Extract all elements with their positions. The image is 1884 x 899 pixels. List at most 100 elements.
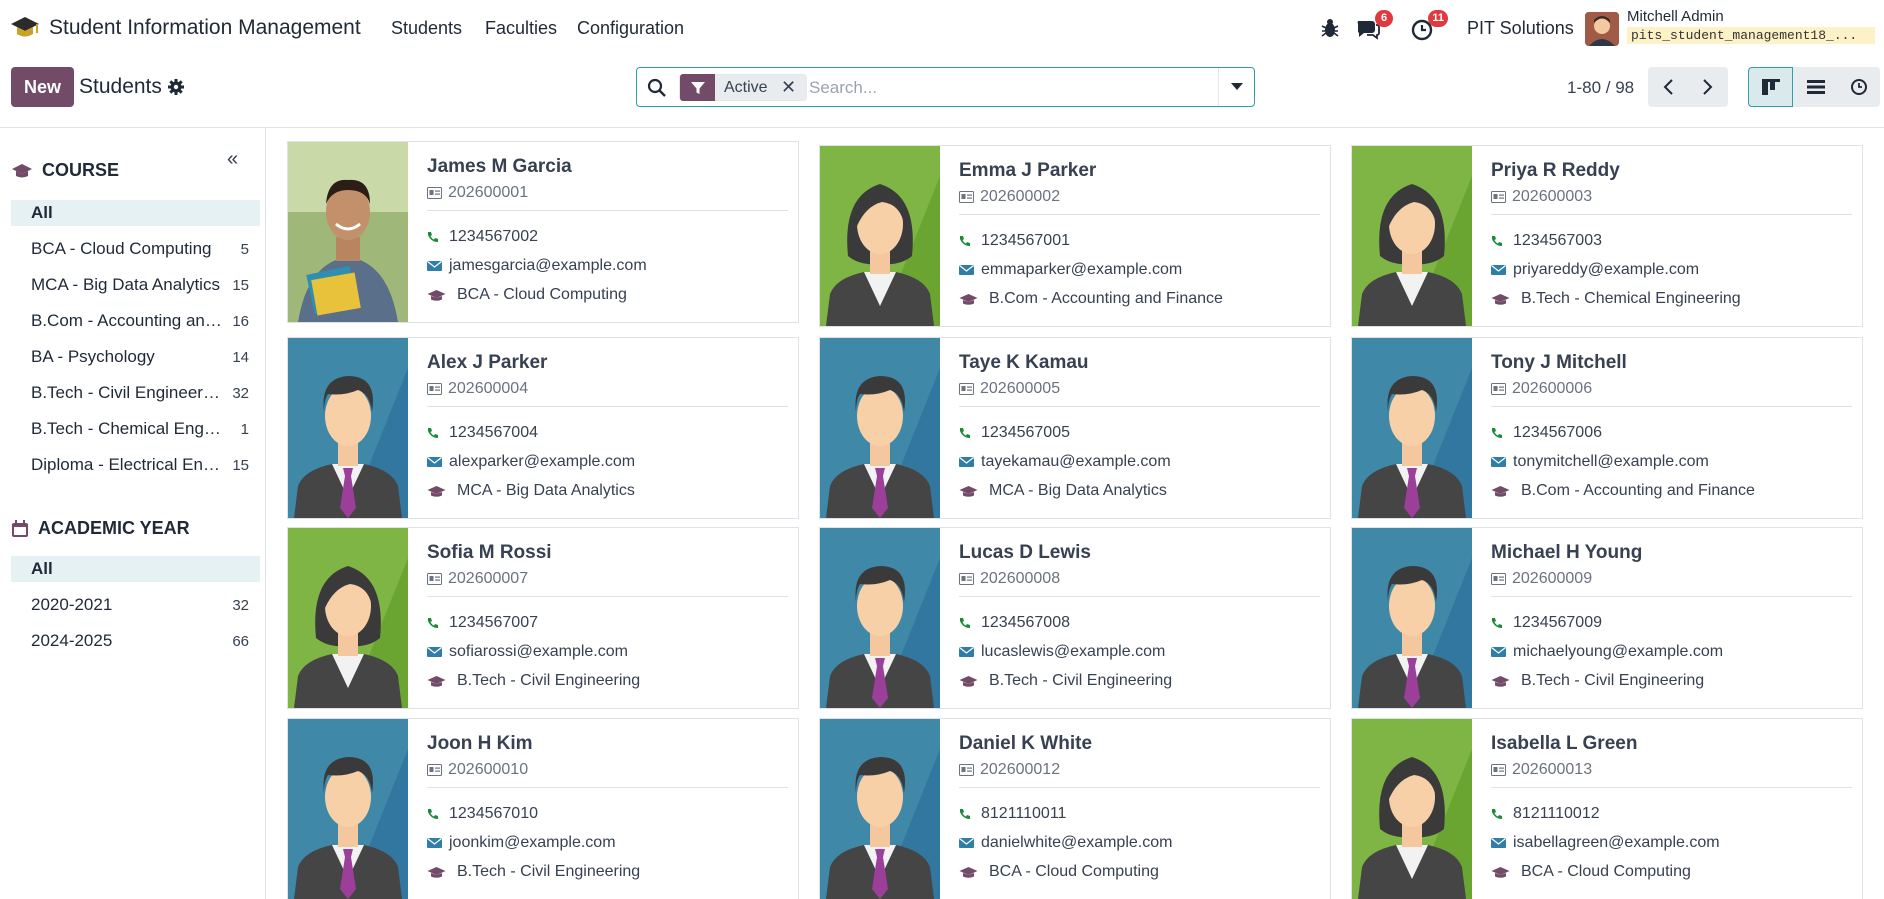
year-filter-item[interactable]: All (11, 556, 260, 582)
student-card[interactable]: Priya R Reddy 202600003 1234567003 priyared… (1351, 145, 1863, 327)
new-button[interactable]: New (11, 67, 74, 107)
course-filter-heading: COURSE (11, 160, 119, 181)
filter-facet: Active ✕ (679, 74, 807, 101)
gear-icon[interactable] (167, 78, 185, 96)
divider (0, 127, 1884, 128)
menu-configuration[interactable]: Configuration (577, 18, 684, 39)
student-phone: 1234567004 (449, 424, 538, 441)
course-filter-label: B.Com - Accounting and Finance (31, 311, 223, 330)
clock-icon (1851, 79, 1867, 95)
student-photo (1352, 146, 1472, 326)
course-row: B.Tech - Civil Engineering (427, 863, 640, 881)
app-title[interactable]: Student Information Management (49, 16, 361, 40)
search-options-toggle[interactable] (1218, 68, 1254, 106)
student-course: MCA - Big Data Analytics (457, 482, 635, 499)
student-id-row: 202600006 (1491, 380, 1592, 398)
student-card[interactable]: Isabella L Green 202600013 8121110012 isabe… (1351, 718, 1863, 899)
year-filter-item[interactable]: 2024-2025 66 (11, 628, 260, 654)
student-card[interactable]: Taye K Kamau 202600005 1234567005 tayekamau… (819, 337, 1331, 519)
graduation-cap-icon (427, 675, 446, 687)
student-course: B.Com - Accounting and Finance (989, 290, 1223, 307)
student-name: Emma J Parker (959, 160, 1097, 181)
list-view-button[interactable] (1793, 67, 1838, 107)
year-filter-item[interactable]: 2020-2021 32 (11, 592, 260, 618)
messages-badge: 6 (1375, 10, 1393, 27)
student-email: jamesgarcia@example.com (449, 257, 647, 274)
activity-view-button[interactable] (1838, 67, 1880, 107)
student-card[interactable]: Lucas D Lewis 202600008 1234567008 lucaslew… (819, 527, 1331, 709)
avatar[interactable] (1585, 12, 1619, 46)
course-filter-count: 15 (232, 456, 249, 474)
course-filter-item[interactable]: Diploma - Electrical Engineering 15 (11, 452, 260, 478)
student-id-row: 202600003 (1491, 188, 1592, 206)
id-card-icon (1491, 764, 1506, 776)
company-switcher[interactable]: PIT Solutions (1467, 18, 1574, 39)
student-id: 202600012 (980, 761, 1061, 778)
user-name[interactable]: Mitchell Admin (1627, 8, 1724, 25)
student-email: danielwhite@example.com (981, 834, 1173, 851)
phone-row: 8121110011 (959, 805, 1066, 823)
course-filter-item[interactable]: BA - Psychology 14 (11, 344, 260, 370)
student-photo (820, 528, 940, 708)
student-id: 202600008 (980, 570, 1061, 587)
pager-value[interactable]: 1-80 / 98 (1567, 78, 1634, 98)
email-row: joonkim@example.com (427, 834, 616, 852)
close-icon[interactable]: ✕ (778, 77, 800, 98)
collapse-sidebar-icon[interactable]: « (227, 148, 238, 171)
course-row: MCA - Big Data Analytics (427, 482, 635, 500)
email-icon (427, 457, 442, 467)
student-card[interactable]: Emma J Parker 202600002 1234567001 emmapark… (819, 145, 1331, 327)
course-filter-item[interactable]: All (11, 200, 260, 226)
activities-button[interactable]: 11 (1410, 10, 1448, 42)
course-filter-item[interactable]: MCA - Big Data Analytics 15 (11, 272, 260, 298)
student-course: B.Tech - Civil Engineering (457, 672, 641, 689)
course-filter-item[interactable]: B.Com - Accounting and Finance 16 (11, 308, 260, 334)
student-card[interactable]: Michael H Young 202600009 1234567009 michae… (1351, 527, 1863, 709)
search-icon[interactable] (647, 78, 667, 98)
student-photo (820, 146, 940, 326)
bug-icon[interactable] (1319, 17, 1341, 39)
course-filter-item[interactable]: B.Tech - Civil Engineering 32 (11, 380, 260, 406)
student-card[interactable]: Sofia M Rossi 202600007 1234567007 sofiaros… (287, 527, 799, 709)
menu-students[interactable]: Students (391, 18, 462, 39)
year-filter-title: ACADEMIC YEAR (38, 518, 190, 538)
student-id: 202600001 (448, 184, 529, 201)
student-id: 202600009 (1512, 570, 1593, 587)
email-row: danielwhite@example.com (959, 834, 1172, 852)
pager-previous-button[interactable] (1648, 67, 1688, 107)
student-card[interactable]: Alex J Parker 202600004 1234567004 alexpark… (287, 337, 799, 519)
student-card[interactable]: Joon H Kim 202600010 1234567010 joonkim@exa… (287, 718, 799, 899)
id-card-icon (427, 187, 442, 199)
course-row: BCA - Cloud Computing (427, 286, 627, 304)
pager-next-button[interactable] (1688, 67, 1728, 107)
student-card[interactable]: Tony J Mitchell 202600006 1234567006 tonymi… (1351, 337, 1863, 519)
student-id-row: 202600010 (427, 761, 528, 779)
email-icon (1491, 457, 1506, 467)
student-id-row: 202600004 (427, 380, 528, 398)
course-filter-item[interactable]: BCA - Cloud Computing 5 (11, 236, 260, 262)
student-course: B.Tech - Civil Engineering (989, 672, 1173, 689)
phone-row: 1234567003 (1491, 232, 1602, 250)
course-filter-count: 15 (232, 276, 249, 294)
email-icon (427, 261, 442, 271)
student-id: 202600002 (980, 188, 1061, 205)
student-name: Daniel K White (959, 733, 1093, 754)
student-card[interactable]: James M Garcia 202600001 1234567002 jamesga… (287, 141, 799, 323)
student-photo (1352, 719, 1472, 899)
course-row: B.Tech - Civil Engineering (959, 672, 1172, 690)
course-filter-item[interactable]: B.Tech - Chemical Engineering 1 (11, 416, 260, 442)
filter-icon (680, 74, 715, 101)
menu-faculties[interactable]: Faculties (485, 18, 557, 39)
messages-button[interactable]: 6 (1355, 10, 1393, 42)
student-card[interactable]: Daniel K White 202600012 8121110011 danielw… (819, 718, 1331, 899)
graduation-cap-icon[interactable] (10, 14, 40, 42)
email-row: lucaslewis@example.com (959, 643, 1165, 661)
student-id-row: 202600013 (1491, 761, 1592, 779)
student-course: B.Tech - Civil Engineering (457, 863, 641, 880)
page-title: Students (79, 75, 162, 98)
facet-label: Active (724, 78, 768, 96)
search-input[interactable] (809, 74, 1209, 102)
kanban-view-button[interactable] (1748, 67, 1793, 107)
student-email: alexparker@example.com (449, 453, 636, 470)
year-filter-label: 2020-2021 (31, 595, 113, 614)
